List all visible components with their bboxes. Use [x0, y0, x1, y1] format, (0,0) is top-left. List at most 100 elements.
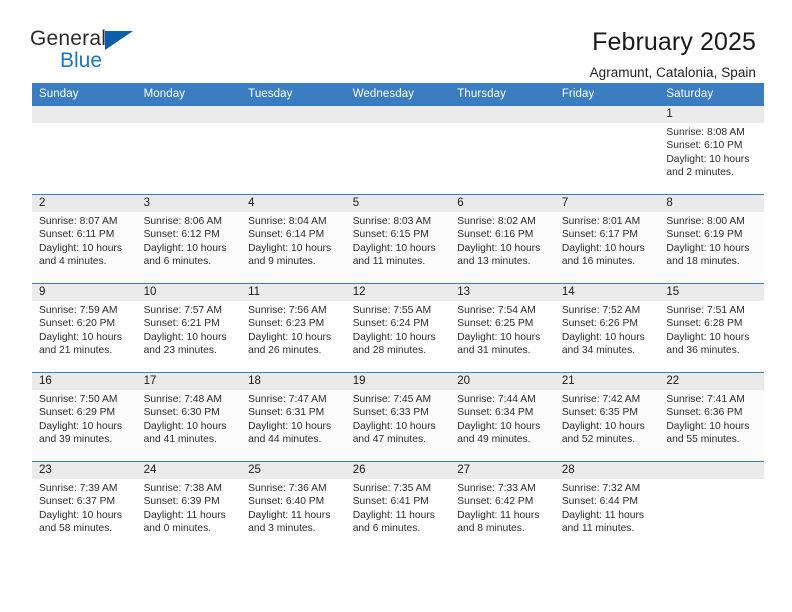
- daylight-text: Daylight: 11 hours and 0 minutes.: [143, 509, 226, 534]
- calendar-day-cell[interactable]: 6 Sunrise: 8:02 AM Sunset: 6:16 PM Daylight…: [450, 194, 555, 284]
- calendar-day-cell[interactable]: 25 Sunrise: 7:36 AM Sunset: 6:40 PM Dayligh…: [241, 461, 346, 551]
- calendar-cell-inner: 13 Sunrise: 7:54 AM Sunset: 6:25 PM Dayligh…: [450, 284, 555, 372]
- day-number: 3: [136, 195, 242, 212]
- calendar-day-cell[interactable]: 5 Sunrise: 8:03 AM Sunset: 6:15 PM Daylight…: [345, 194, 451, 284]
- day-details: Sunrise: 7:56 AM Sunset: 6:23 PM Daylight:…: [241, 301, 346, 357]
- calendar-day-cell[interactable]: 3 Sunrise: 8:06 AM Sunset: 6:12 PM Daylight…: [136, 194, 242, 284]
- calendar-day-cell[interactable]: 7 Sunrise: 8:01 AM Sunset: 6:17 PM Daylight…: [554, 194, 660, 284]
- day-details: Sunrise: 7:51 AM Sunset: 6:28 PM Daylight:…: [659, 301, 764, 357]
- calendar-cell-inner: 12 Sunrise: 7:55 AM Sunset: 6:24 PM Dayligh…: [345, 284, 451, 372]
- sunset-text: Sunset: 6:26 PM: [561, 318, 638, 330]
- calendar-day-cell[interactable]: 4 Sunrise: 8:04 AM Sunset: 6:14 PM Daylight…: [241, 194, 346, 284]
- sunset-text: Sunset: 6:21 PM: [143, 318, 220, 330]
- calendar-day-cell[interactable]: 1 Sunrise: 8:08 AM Sunset: 6:10 PM Daylight…: [659, 105, 764, 195]
- calendar-cell-inner: 24 Sunrise: 7:38 AM Sunset: 6:39 PM Dayligh…: [136, 462, 242, 551]
- calendar-cell-inner: 2 Sunrise: 8:07 AM Sunset: 6:11 PM Daylight…: [32, 195, 137, 283]
- day-number: 21: [554, 373, 660, 390]
- sunset-text: Sunset: 6:17 PM: [561, 229, 638, 241]
- calendar-cell-inner: 10 Sunrise: 7:57 AM Sunset: 6:21 PM Dayligh…: [136, 284, 242, 372]
- sunrise-text: Sunrise: 7:57 AM: [143, 305, 222, 316]
- sunrise-text: Sunrise: 7:32 AM: [561, 483, 641, 494]
- day-details: Sunrise: 7:32 AM Sunset: 6:44 PM Daylight:…: [555, 479, 660, 535]
- day-number: 8: [659, 195, 764, 212]
- sunset-text: Sunset: 6:15 PM: [352, 229, 429, 241]
- sunrise-text: Sunrise: 7:56 AM: [248, 305, 327, 316]
- daylight-text: Daylight: 11 hours and 11 minutes.: [561, 509, 645, 534]
- calendar-day-cell[interactable]: 22 Sunrise: 7:41 AM Sunset: 6:36 PM Dayligh…: [659, 372, 764, 462]
- weekday-header-wednesday: Wednesday: [345, 83, 451, 106]
- sunrise-text: Sunrise: 7:54 AM: [457, 305, 536, 316]
- calendar-day-cell[interactable]: 24 Sunrise: 7:38 AM Sunset: 6:39 PM Dayligh…: [136, 461, 242, 551]
- daylight-text: Daylight: 10 hours and 21 minutes.: [39, 331, 122, 356]
- calendar-week-row: 9 Sunrise: 7:59 AM Sunset: 6:20 PM Daylight…: [32, 283, 764, 373]
- day-details: Sunrise: 7:47 AM Sunset: 6:31 PM Daylight:…: [241, 390, 346, 446]
- day-number: 17: [136, 373, 242, 390]
- calendar-day-cell[interactable]: 21 Sunrise: 7:42 AM Sunset: 6:35 PM Dayligh…: [554, 372, 660, 462]
- calendar-day-cell[interactable]: 20 Sunrise: 7:44 AM Sunset: 6:34 PM Dayligh…: [450, 372, 555, 462]
- calendar-cell-empty: [345, 105, 451, 195]
- calendar-day-cell[interactable]: 13 Sunrise: 7:54 AM Sunset: 6:25 PM Dayligh…: [450, 283, 555, 373]
- sunrise-text: Sunrise: 7:50 AM: [39, 394, 118, 405]
- calendar-cell-inner: 22 Sunrise: 7:41 AM Sunset: 6:36 PM Dayligh…: [659, 373, 764, 461]
- sunrise-text: Sunrise: 7:38 AM: [143, 483, 222, 494]
- calendar-week-row: 2 Sunrise: 8:07 AM Sunset: 6:11 PM Daylight…: [32, 194, 764, 284]
- calendar-body: 1 Sunrise: 8:08 AM Sunset: 6:10 PM Daylight…: [32, 105, 764, 551]
- sunset-text: Sunset: 6:30 PM: [143, 407, 220, 419]
- sunrise-text: Sunrise: 7:55 AM: [352, 305, 432, 316]
- calendar-week-row: 16 Sunrise: 7:50 AM Sunset: 6:29 PM Dayligh…: [32, 372, 764, 462]
- calendar-day-cell[interactable]: 19 Sunrise: 7:45 AM Sunset: 6:33 PM Dayligh…: [345, 372, 451, 462]
- sunrise-text: Sunrise: 8:03 AM: [352, 216, 432, 227]
- daylight-text: Daylight: 10 hours and 47 minutes.: [352, 420, 436, 445]
- day-number: 28: [554, 462, 660, 479]
- calendar-day-cell[interactable]: 14 Sunrise: 7:52 AM Sunset: 6:26 PM Dayligh…: [554, 283, 660, 373]
- calendar-day-cell[interactable]: 28 Sunrise: 7:32 AM Sunset: 6:44 PM Dayligh…: [554, 461, 660, 551]
- calendar-cell-inner: [136, 106, 242, 194]
- page-title: February 2025: [592, 28, 756, 56]
- calendar-cell-inner: 26 Sunrise: 7:35 AM Sunset: 6:41 PM Dayligh…: [345, 462, 451, 551]
- sunset-text: Sunset: 6:40 PM: [248, 496, 325, 508]
- calendar-day-cell[interactable]: 27 Sunrise: 7:33 AM Sunset: 6:42 PM Dayligh…: [450, 461, 555, 551]
- calendar-cell-inner: 20 Sunrise: 7:44 AM Sunset: 6:34 PM Dayligh…: [450, 373, 555, 461]
- calendar-cell-inner: 1 Sunrise: 8:08 AM Sunset: 6:10 PM Daylight…: [659, 106, 764, 194]
- calendar-day-cell[interactable]: 18 Sunrise: 7:47 AM Sunset: 6:31 PM Dayligh…: [241, 372, 346, 462]
- calendar-day-cell[interactable]: 17 Sunrise: 7:48 AM Sunset: 6:30 PM Dayligh…: [136, 372, 242, 462]
- calendar-cell-inner: 21 Sunrise: 7:42 AM Sunset: 6:35 PM Dayligh…: [554, 373, 660, 461]
- calendar-cell-empty: [32, 105, 137, 195]
- day-details: Sunrise: 8:02 AM Sunset: 6:16 PM Daylight:…: [450, 212, 555, 268]
- sunset-text: Sunset: 6:41 PM: [352, 496, 429, 508]
- triangle-flag-icon: [105, 31, 133, 50]
- calendar-day-cell[interactable]: 12 Sunrise: 7:55 AM Sunset: 6:24 PM Dayligh…: [345, 283, 451, 373]
- general-blue-logo[interactable]: General Blue: [30, 28, 150, 76]
- calendar-day-cell[interactable]: 15 Sunrise: 7:51 AM Sunset: 6:28 PM Dayligh…: [659, 283, 764, 373]
- day-number: 6: [450, 195, 555, 212]
- day-number: 10: [136, 284, 242, 301]
- calendar-day-cell[interactable]: 26 Sunrise: 7:35 AM Sunset: 6:41 PM Dayligh…: [345, 461, 451, 551]
- day-number: [241, 106, 346, 123]
- calendar-day-cell[interactable]: 11 Sunrise: 7:56 AM Sunset: 6:23 PM Dayligh…: [241, 283, 346, 373]
- calendar-day-cell[interactable]: 10 Sunrise: 7:57 AM Sunset: 6:21 PM Dayligh…: [136, 283, 242, 373]
- title-block: February 2025 Agramunt, Catalonia, Spain: [590, 28, 756, 80]
- calendar-page: General Blue February 2025 Agramunt, Cat…: [0, 0, 792, 612]
- sunset-text: Sunset: 6:10 PM: [666, 140, 743, 152]
- day-number: 5: [345, 195, 451, 212]
- calendar-day-cell[interactable]: 23 Sunrise: 7:39 AM Sunset: 6:37 PM Dayligh…: [32, 461, 137, 551]
- calendar-cell-inner: [659, 462, 764, 551]
- daylight-text: Daylight: 10 hours and 4 minutes.: [39, 242, 122, 267]
- calendar-cell-inner: 6 Sunrise: 8:02 AM Sunset: 6:16 PM Daylight…: [450, 195, 555, 283]
- sunrise-text: Sunrise: 7:35 AM: [352, 483, 432, 494]
- day-details: Sunrise: 8:06 AM Sunset: 6:12 PM Daylight:…: [137, 212, 242, 268]
- calendar-day-cell[interactable]: 2 Sunrise: 8:07 AM Sunset: 6:11 PM Daylight…: [32, 194, 137, 284]
- calendar-day-cell[interactable]: 16 Sunrise: 7:50 AM Sunset: 6:29 PM Dayligh…: [32, 372, 137, 462]
- daylight-text: Daylight: 10 hours and 55 minutes.: [666, 420, 750, 445]
- calendar-cell-inner: 17 Sunrise: 7:48 AM Sunset: 6:30 PM Dayligh…: [136, 373, 242, 461]
- weekday-header-thursday: Thursday: [450, 83, 555, 106]
- weekday-header-tuesday: Tuesday: [241, 83, 346, 106]
- sunrise-text: Sunrise: 8:04 AM: [248, 216, 327, 227]
- calendar-day-cell[interactable]: 8 Sunrise: 8:00 AM Sunset: 6:19 PM Daylight…: [659, 194, 764, 284]
- day-number: 15: [659, 284, 764, 301]
- weekday-headers: Sunday Monday Tuesday Wednesday Thursday Frid…: [32, 83, 764, 106]
- calendar-day-cell[interactable]: 9 Sunrise: 7:59 AM Sunset: 6:20 PM Daylight…: [32, 283, 137, 373]
- day-number: 11: [241, 284, 346, 301]
- calendar-week-row: 23 Sunrise: 7:39 AM Sunset: 6:37 PM Dayligh…: [32, 461, 764, 551]
- day-details: Sunrise: 7:33 AM Sunset: 6:42 PM Daylight:…: [450, 479, 555, 535]
